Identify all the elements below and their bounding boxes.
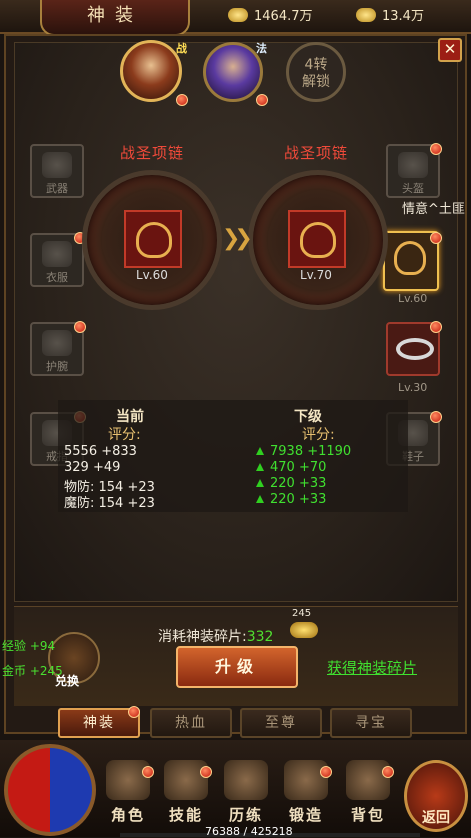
ingot-counter: 13.4万 xyxy=(356,6,424,28)
fragments-owned: 245 xyxy=(292,608,312,619)
get-fragments-link[interactable]: 获得神装碎片 xyxy=(327,657,417,678)
return-button[interactable]: 返回 xyxy=(404,760,468,832)
up-arrow-icon xyxy=(256,495,264,503)
next-header: 下级 xyxy=(294,409,322,425)
necklace-icon xyxy=(300,222,336,258)
up-arrow-icon xyxy=(256,463,264,471)
ring-icon xyxy=(396,338,434,360)
current-stat: 329 +49 xyxy=(64,460,121,475)
lock-line2: 解锁 xyxy=(302,74,330,90)
tab-zhizun[interactable]: 至尊 xyxy=(240,708,322,738)
gold-coin-icon xyxy=(228,8,248,22)
slot-label: 头盔 xyxy=(402,182,424,195)
nav-label: 角色 xyxy=(110,806,145,824)
fragment-cost: 消耗神装碎片:332 xyxy=(158,626,273,646)
bracer-icon xyxy=(42,330,72,356)
forge-icon xyxy=(284,760,328,800)
red-dot-icon xyxy=(74,321,86,333)
red-dot-icon xyxy=(430,232,442,244)
red-dot-icon xyxy=(430,321,442,333)
next-score-label: 评分: xyxy=(302,427,335,443)
upgrade-button[interactable]: 升级 xyxy=(176,646,298,688)
class-badge-warrior: 战 xyxy=(176,42,187,55)
necklace-icon xyxy=(394,241,426,275)
up-arrow-icon xyxy=(256,447,264,455)
red-dot-icon xyxy=(142,766,154,778)
ingot-icon xyxy=(356,8,376,22)
tab-xunbao[interactable]: 寻宝 xyxy=(330,708,412,738)
character-icon xyxy=(106,760,150,800)
next-stat: 7938 +1190 xyxy=(270,444,352,459)
lock-line1: 4转 xyxy=(304,57,328,73)
page-title: 神装 xyxy=(40,0,190,36)
class-badge-mage: 法 xyxy=(256,42,267,55)
exp-gain-text: 经验 +94 xyxy=(2,639,56,653)
red-dot-icon xyxy=(128,706,140,718)
red-dot-icon xyxy=(176,94,188,106)
exp-text: 76388 / 425218 xyxy=(205,825,293,838)
upgrade-arrow-icon: ❯❯ xyxy=(222,226,253,251)
return-label: 返回 xyxy=(422,810,450,826)
current-stat: 魔防: 154 +23 xyxy=(64,496,155,511)
helmet-icon xyxy=(398,152,428,178)
red-dot-icon xyxy=(430,411,442,423)
next-item-level: Lv.70 xyxy=(300,268,332,282)
red-dot-icon xyxy=(430,143,442,155)
nav-label: 背包 xyxy=(350,806,385,824)
fragment-icon xyxy=(290,622,318,638)
skill-icon xyxy=(164,760,208,800)
nav-label: 历练 xyxy=(228,806,263,824)
slot-label: 武器 xyxy=(46,182,68,195)
ingot-value: 13.4万 xyxy=(382,9,424,24)
weapon-icon xyxy=(42,152,72,178)
gold-counter: 1464.7万 xyxy=(228,6,313,28)
current-necklace[interactable] xyxy=(124,210,182,268)
current-header: 当前 xyxy=(116,409,144,425)
close-button[interactable]: ✕ xyxy=(438,38,462,62)
next-stat: 470 +70 xyxy=(270,460,327,475)
bag-icon xyxy=(346,760,390,800)
cost-value: 332 xyxy=(246,629,274,645)
armor-icon xyxy=(42,241,72,267)
gold-gain-text: 金币 +245 xyxy=(2,664,63,678)
slot-label: 衣服 xyxy=(46,271,68,284)
necklace-icon xyxy=(136,222,172,258)
side-tip-text: 情意^土匪 xyxy=(402,202,465,217)
red-dot-icon xyxy=(382,766,394,778)
cost-label: 消耗神装碎片: xyxy=(158,629,247,645)
current-item-level: Lv.60 xyxy=(136,268,168,282)
red-dot-icon xyxy=(320,766,332,778)
next-stat: 220 +33 xyxy=(270,476,327,491)
taiji-orb-icon[interactable] xyxy=(4,744,96,836)
next-stat: 220 +33 xyxy=(270,492,327,507)
nav-label: 技能 xyxy=(168,806,203,824)
training-icon xyxy=(224,760,268,800)
up-arrow-icon xyxy=(256,479,264,487)
current-score-label: 评分: xyxy=(108,427,141,443)
nav-training[interactable]: 历练 xyxy=(216,760,276,832)
locked-character-slot[interactable]: 4转 解锁 xyxy=(286,42,346,102)
current-stat: 5556 +833 xyxy=(64,444,137,459)
nav-label: 锻造 xyxy=(288,806,323,824)
character-warrior-portrait[interactable] xyxy=(120,40,182,102)
slot-label: 护腕 xyxy=(46,360,68,373)
red-dot-icon xyxy=(256,94,268,106)
character-mage-portrait[interactable] xyxy=(203,42,263,102)
next-item-name: 战圣项链 xyxy=(284,144,349,162)
current-item-name: 战圣项链 xyxy=(120,144,185,162)
red-dot-icon xyxy=(200,766,212,778)
gold-value: 1464.7万 xyxy=(254,9,313,24)
necklace-slot-level: Lv.60 xyxy=(398,292,428,305)
next-necklace[interactable] xyxy=(288,210,346,268)
slot-weapon[interactable]: 武器 xyxy=(30,144,84,198)
ring-slot-level: Lv.30 xyxy=(398,381,428,394)
tab-rexue[interactable]: 热血 xyxy=(150,708,232,738)
